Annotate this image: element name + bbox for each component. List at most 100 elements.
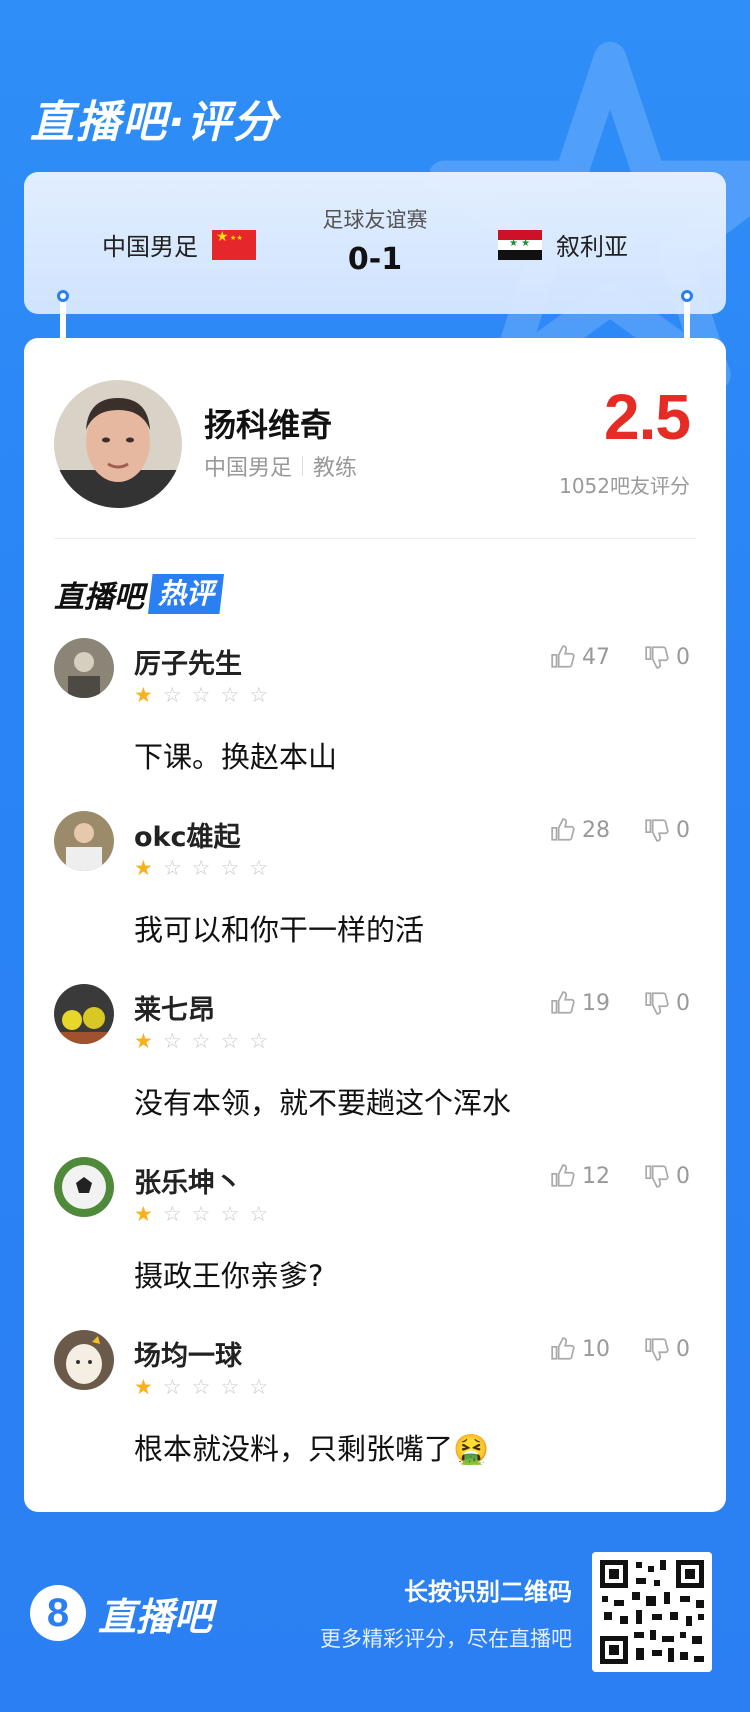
star-empty-icon: ☆ bbox=[249, 1029, 269, 1053]
like-button[interactable]: 47 bbox=[550, 644, 610, 670]
star-filled-icon: ★ bbox=[134, 1375, 153, 1399]
comment-text: 没有本领，就不要趟这个浑水 bbox=[134, 1086, 512, 1120]
qr-hint: 长按识别二维码 更多精彩评分，尽在直播吧 bbox=[320, 1572, 572, 1653]
syria-flag-icon bbox=[498, 229, 542, 260]
thumbs-down-icon bbox=[645, 646, 669, 669]
like-button[interactable]: 19 bbox=[550, 990, 610, 1016]
user-avatar[interactable] bbox=[54, 1157, 114, 1217]
comment-item: 张乐坤丶 ★ ☆ ☆ ☆ ☆ 摄政王你亲爹? 12 0 bbox=[24, 1157, 726, 1330]
star-empty-icon: ☆ bbox=[249, 856, 269, 880]
user-avatar[interactable] bbox=[54, 638, 114, 698]
coach-role: 教练 bbox=[313, 456, 358, 481]
comment-username[interactable]: okc雄起 bbox=[134, 815, 241, 854]
page-title: 直播吧·评分 bbox=[30, 97, 279, 148]
star-empty-icon: ☆ bbox=[191, 1202, 211, 1226]
comment-star-rating: ★ ☆ ☆ ☆ ☆ bbox=[134, 684, 268, 706]
star-filled-icon: ★ bbox=[134, 683, 153, 707]
comment-list: 厉子先生 ★ ☆ ☆ ☆ ☆ 下课。换赵本山 47 0 okc雄起 ★ ☆ ☆ ☆ ☆ 我可 bbox=[24, 638, 726, 1503]
dislike-button[interactable]: 0 bbox=[644, 644, 690, 670]
dislike-count: 0 bbox=[676, 1336, 690, 1362]
like-count: 10 bbox=[582, 1336, 610, 1362]
star-empty-icon: ☆ bbox=[162, 1202, 182, 1226]
star-empty-icon: ☆ bbox=[220, 856, 240, 880]
like-button[interactable]: 10 bbox=[550, 1336, 610, 1362]
logo-text: 直播吧 bbox=[98, 1594, 213, 1639]
qr-code[interactable] bbox=[592, 1552, 712, 1672]
user-avatar[interactable] bbox=[54, 811, 114, 871]
dislike-count: 0 bbox=[676, 817, 690, 843]
like-count: 12 bbox=[582, 1163, 610, 1189]
coach-rating: 2.5 bbox=[604, 381, 691, 453]
thumbs-down-icon bbox=[645, 1165, 669, 1188]
dislike-button[interactable]: 0 bbox=[644, 990, 690, 1016]
thumbs-down-icon bbox=[645, 1338, 669, 1361]
star-empty-icon: ☆ bbox=[162, 1029, 182, 1053]
comment-item: 厉子先生 ★ ☆ ☆ ☆ ☆ 下课。换赵本山 47 0 bbox=[24, 638, 726, 811]
star-filled-icon: ★ bbox=[134, 1029, 153, 1053]
qr-hint-main: 长按识别二维码 bbox=[404, 1578, 572, 1606]
star-empty-icon: ☆ bbox=[191, 856, 211, 880]
comment-text: 根本就没料，只剩张嘴了🤮 bbox=[134, 1432, 490, 1466]
star-empty-icon: ☆ bbox=[191, 1029, 211, 1053]
hot-comments-header: 直播吧 热评 bbox=[54, 572, 225, 616]
qr-hint-sub: 更多精彩评分，尽在直播吧 bbox=[320, 1627, 572, 1651]
dislike-count: 0 bbox=[676, 1163, 690, 1189]
coach-team: 中国男足 bbox=[204, 456, 293, 481]
comment-item: 莱七昂 ★ ☆ ☆ ☆ ☆ 没有本领，就不要趟这个浑水 19 0 bbox=[24, 984, 726, 1157]
star-empty-icon: ☆ bbox=[191, 1375, 211, 1399]
hot-comments-tag: 热评 bbox=[148, 574, 225, 614]
footer-logo: 8 直播吧 bbox=[30, 1585, 212, 1641]
star-empty-icon: ☆ bbox=[162, 1375, 182, 1399]
divider bbox=[54, 538, 696, 539]
comment-text: 我可以和你干一样的活 bbox=[134, 913, 425, 947]
like-count: 47 bbox=[582, 644, 610, 670]
comment-username[interactable]: 场均一球 bbox=[134, 1334, 242, 1373]
logo-icon: 8 bbox=[30, 1585, 86, 1641]
dislike-button[interactable]: 0 bbox=[644, 817, 690, 843]
star-empty-icon: ☆ bbox=[162, 683, 182, 707]
like-count: 28 bbox=[582, 817, 610, 843]
user-avatar[interactable] bbox=[54, 984, 114, 1044]
star-empty-icon: ☆ bbox=[249, 683, 269, 707]
comment-star-rating: ★ ☆ ☆ ☆ ☆ bbox=[134, 1203, 268, 1225]
like-count: 19 bbox=[582, 990, 610, 1016]
comment-item: 场均一球 ★ ☆ ☆ ☆ ☆ 根本就没料，只剩张嘴了🤮 10 0 bbox=[24, 1330, 726, 1503]
comment-star-rating: ★ ☆ ☆ ☆ ☆ bbox=[134, 857, 268, 879]
away-team: 叙利亚 bbox=[498, 227, 628, 262]
comment-item: okc雄起 ★ ☆ ☆ ☆ ☆ 我可以和你干一样的活 28 0 bbox=[24, 811, 726, 984]
star-empty-icon: ☆ bbox=[220, 1029, 240, 1053]
comment-star-rating: ★ ☆ ☆ ☆ ☆ bbox=[134, 1376, 268, 1398]
comment-username[interactable]: 张乐坤丶 bbox=[134, 1161, 242, 1200]
star-empty-icon: ☆ bbox=[220, 1375, 240, 1399]
match-card: 中国男足 足球友谊赛 0-1 叙利亚 bbox=[24, 172, 726, 314]
connector-dot bbox=[57, 290, 69, 302]
like-button[interactable]: 12 bbox=[550, 1163, 610, 1189]
user-avatar[interactable] bbox=[54, 1330, 114, 1390]
coach-name: 扬科维奇 bbox=[204, 406, 333, 444]
thumbs-down-icon bbox=[645, 992, 669, 1015]
dislike-button[interactable]: 0 bbox=[644, 1336, 690, 1362]
coach-avatar[interactable] bbox=[54, 380, 182, 508]
star-filled-icon: ★ bbox=[134, 856, 153, 880]
like-button[interactable]: 28 bbox=[550, 817, 610, 843]
comment-username[interactable]: 厉子先生 bbox=[134, 642, 242, 681]
star-empty-icon: ☆ bbox=[220, 1202, 240, 1226]
thumbs-up-icon bbox=[551, 991, 575, 1014]
comment-username[interactable]: 莱七昂 bbox=[134, 988, 215, 1027]
thumbs-down-icon bbox=[645, 819, 669, 842]
rating-card: 扬科维奇 中国男足 教练 2.5 1052吧友评分 直播吧 热评 厉子先生 ★ ☆… bbox=[24, 338, 726, 1512]
star-empty-icon: ☆ bbox=[249, 1375, 269, 1399]
star-empty-icon: ☆ bbox=[220, 683, 240, 707]
star-empty-icon: ☆ bbox=[162, 856, 182, 880]
thumbs-up-icon bbox=[551, 818, 575, 841]
thumbs-up-icon bbox=[551, 1164, 575, 1187]
dislike-count: 0 bbox=[676, 644, 690, 670]
meta-separator bbox=[302, 456, 304, 476]
connector-dot bbox=[681, 290, 693, 302]
dislike-button[interactable]: 0 bbox=[644, 1163, 690, 1189]
rating-count: 1052吧友评分 bbox=[559, 474, 690, 498]
thumbs-up-icon bbox=[551, 645, 575, 668]
star-empty-icon: ☆ bbox=[249, 1202, 269, 1226]
star-filled-icon: ★ bbox=[134, 1202, 153, 1226]
comment-text: 下课。换赵本山 bbox=[134, 740, 338, 774]
